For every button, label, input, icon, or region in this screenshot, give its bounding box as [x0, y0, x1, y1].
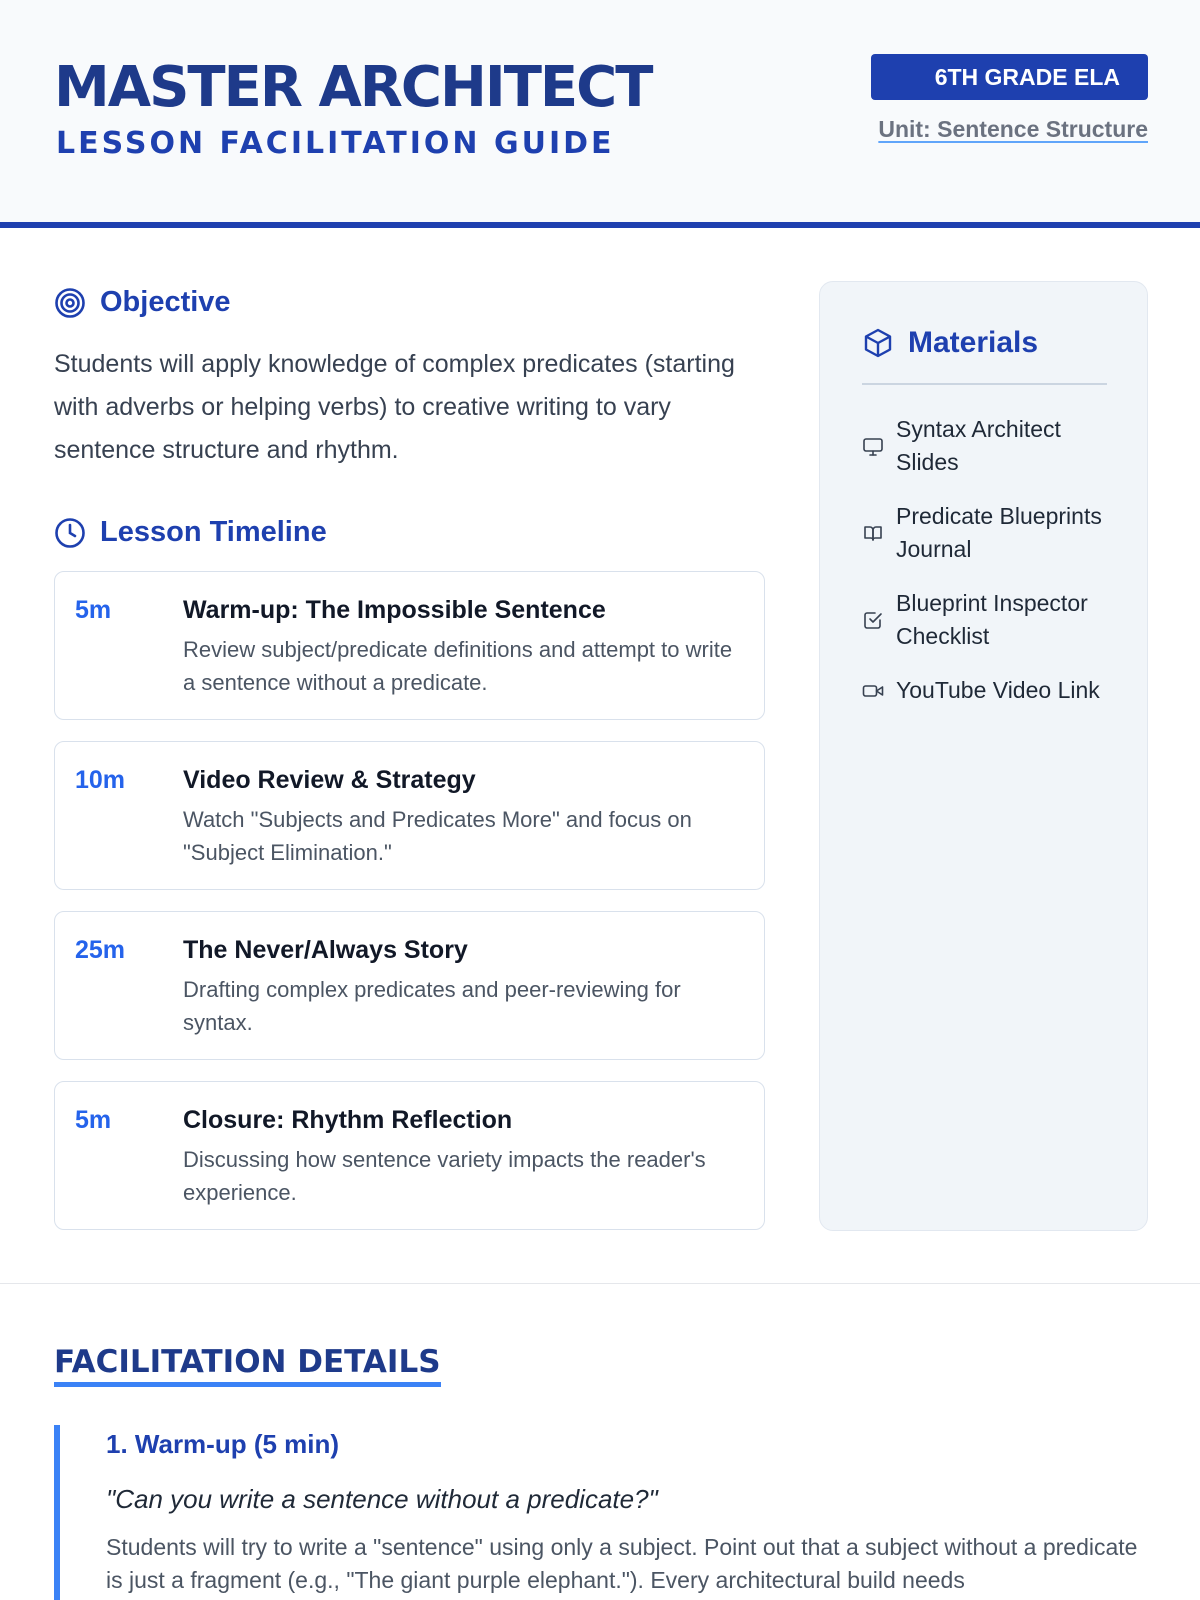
timeline-item-video-review: 10m Video Review & Strategy Watch "Subje… — [54, 741, 765, 890]
timeline-item-description: Watch "Subjects and Predicates More" and… — [183, 807, 692, 865]
timeline-item-title: The Never/Always Story — [183, 936, 468, 964]
timeline-item-description: Drafting complex predicates and peer-rev… — [183, 977, 681, 1035]
grade-badge: 6TH GRADE ELA — [871, 54, 1148, 100]
timeline-item-title: Closure: Rhythm Reflection — [183, 1106, 513, 1134]
lesson-timeline: 5m Warm-up: The Impossible Sentence Revi… — [54, 571, 765, 1251]
facilitation-step-quote: "Can you write a sentence without a pred… — [106, 1484, 658, 1514]
material-item-video-link[interactable]: YouTube Video Link — [862, 674, 1112, 707]
timeline-item-title: Video Review & Strategy — [183, 766, 476, 794]
facilitation-step-body: Students will try to write a "sentence" … — [106, 1534, 1138, 1593]
checkbox-icon — [862, 609, 884, 631]
material-label: YouTube Video Link — [896, 677, 1100, 703]
section-divider — [0, 1283, 1200, 1284]
facilitation-step-title: 1. Warm-up (5 min) — [106, 1429, 340, 1459]
video-icon — [862, 680, 884, 702]
cube-icon — [862, 327, 894, 359]
timeline-item-time: 10m — [75, 766, 126, 794]
materials-heading: Materials — [862, 326, 1038, 360]
target-icon — [54, 287, 86, 319]
materials-panel: Materials Syntax Architect Slides Predic… — [819, 281, 1148, 1231]
objective-heading: Objective — [54, 286, 231, 319]
clock-icon — [54, 517, 86, 549]
objective-heading-label: Objective — [100, 286, 231, 318]
timeline-item-description: Discussing how sentence variety impacts … — [183, 1147, 706, 1205]
page-header: MASTER ARCHITECT LESSON FACILITATION GUI… — [0, 0, 1200, 228]
timeline-item-description: Review subject/predicate definitions and… — [183, 637, 733, 695]
book-icon — [862, 522, 884, 544]
objective-text: Students will apply knowledge of complex… — [54, 350, 735, 464]
material-item-journal[interactable]: Predicate Blueprints Journal — [862, 500, 1112, 566]
monitor-icon — [862, 435, 884, 457]
timeline-item-time: 5m — [75, 596, 112, 624]
timeline-item-closure: 5m Closure: Rhythm Reflection Discussing… — [54, 1081, 765, 1230]
document-title: MASTER ARCHITECT — [54, 55, 653, 120]
unit-link[interactable]: Unit: Sentence Structure — [878, 116, 1148, 143]
timeline-item-time: 25m — [75, 936, 126, 964]
facilitation-heading: FACILITATION DETAILS — [54, 1344, 441, 1387]
timeline-heading: Lesson Timeline — [54, 516, 327, 549]
material-item-slides[interactable]: Syntax Architect Slides — [862, 413, 1112, 479]
material-item-checklist[interactable]: Blueprint Inspector Checklist — [862, 587, 1112, 653]
facilitation-step: 1. Warm-up (5 min) "Can you write a sent… — [54, 1425, 1154, 1600]
material-label: Predicate Blueprints Journal — [896, 503, 1102, 562]
materials-divider — [862, 383, 1107, 385]
material-label: Blueprint Inspector Checklist — [896, 590, 1088, 649]
material-label: Syntax Architect Slides — [896, 416, 1061, 475]
timeline-item-never-always-story: 25m The Never/Always Story Drafting comp… — [54, 911, 765, 1060]
timeline-item-time: 5m — [75, 1106, 112, 1134]
timeline-item-title: Warm-up: The Impossible Sentence — [183, 596, 606, 624]
materials-heading-label: Materials — [908, 326, 1039, 359]
timeline-heading-label: Lesson Timeline — [100, 516, 327, 548]
timeline-item-warm-up: 5m Warm-up: The Impossible Sentence Revi… — [54, 571, 765, 720]
document-subtitle: LESSON FACILITATION GUIDE — [56, 126, 615, 161]
